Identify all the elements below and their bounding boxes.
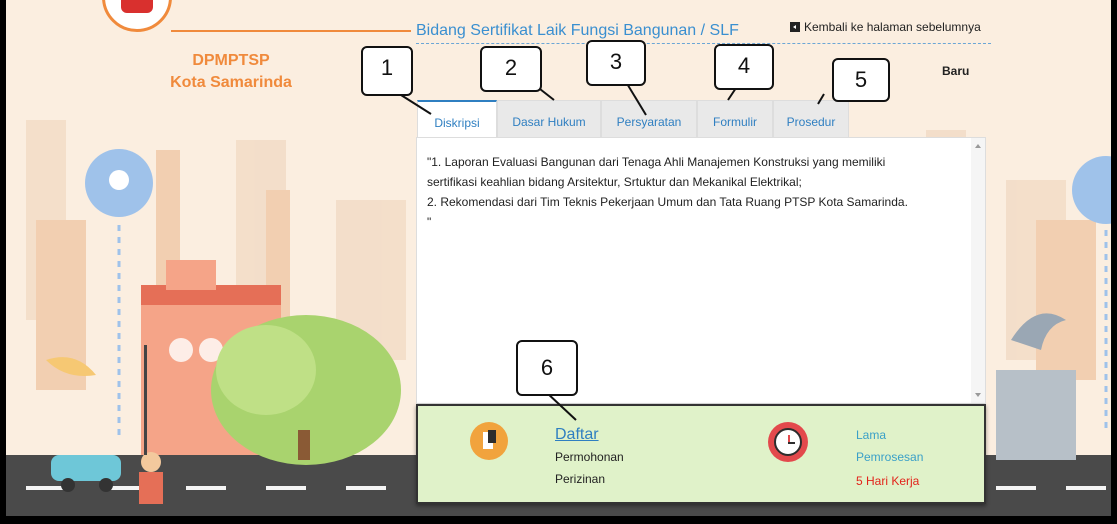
callout-5: 5: [832, 58, 890, 102]
tab-diskripsi[interactable]: Diskripsi: [417, 100, 497, 137]
header-divider: [416, 43, 991, 44]
processing-time-label: Lama: [856, 428, 887, 442]
action-panel: Daftar Permohonan Perizinan Lama Pemrose…: [416, 404, 986, 504]
document-page-icon: [488, 430, 496, 443]
daftar-subtitle: Perizinan: [555, 472, 606, 486]
daftar-link[interactable]: Daftar: [555, 426, 599, 444]
description-line: sertifikasi keahlian bidang Arsitektur, …: [427, 175, 802, 189]
organization-name: DPMPTSP Kota Samarinda: [166, 50, 296, 94]
callout-6: 6: [516, 340, 578, 396]
callout-number: 3: [609, 49, 623, 74]
clock-hand: [788, 442, 795, 444]
description-line: "1. Laporan Evaluasi Bangunan dari Tenag…: [427, 155, 886, 169]
back-link-label: Kembali ke halaman sebelumnya: [804, 20, 981, 34]
clock-icon: [768, 422, 808, 462]
tab-label: Formulir: [713, 115, 757, 129]
tab-persyaratan[interactable]: Persyaratan: [601, 100, 697, 137]
scrollbar[interactable]: [971, 138, 985, 403]
logo-divider: [171, 30, 411, 32]
tab-label: Dasar Hukum: [512, 115, 586, 129]
back-arrow-icon: [790, 22, 800, 32]
description-line: 2. Rekomendasi dari Tim Teknis Pekerjaan…: [427, 195, 908, 209]
back-link[interactable]: Kembali ke halaman sebelumnya: [790, 20, 981, 34]
app-frame: DPMPTSP Kota Samarinda Bidang Sertifikat…: [6, 0, 1111, 516]
processing-time-label: Pemrosesan: [856, 450, 924, 464]
scroll-up-icon[interactable]: [975, 144, 981, 148]
document-icon: [470, 422, 508, 460]
tab-prosedur[interactable]: Prosedur: [773, 100, 849, 137]
tab-content-panel[interactable]: "1. Laporan Evaluasi Bangunan dari Tenag…: [416, 137, 986, 404]
callout-4: 4: [714, 44, 774, 90]
callout-2: 2: [480, 46, 542, 92]
tab-label: Diskripsi: [434, 116, 480, 130]
clock-face: [774, 428, 802, 456]
callout-number: 4: [737, 53, 751, 78]
callout-1: 1: [361, 46, 413, 96]
tab-formulir[interactable]: Formulir: [697, 100, 773, 137]
tab-dasar-hukum[interactable]: Dasar Hukum: [497, 100, 601, 137]
callout-number: 1: [380, 55, 394, 80]
tab-label: Persyaratan: [616, 115, 682, 129]
org-name-line2: Kota Samarinda: [170, 74, 292, 91]
description-text: "1. Laporan Evaluasi Bangunan dari Tenag…: [427, 152, 947, 232]
scroll-down-icon[interactable]: [975, 393, 981, 397]
callout-number: 5: [854, 67, 868, 92]
processing-duration: 5 Hari Kerja: [856, 474, 920, 488]
status-label: Baru: [942, 64, 970, 78]
daftar-subtitle: Permohonan: [555, 450, 624, 464]
tab-label: Prosedur: [786, 115, 836, 129]
callout-number: 2: [504, 55, 518, 80]
callout-3: 3: [586, 40, 646, 86]
callout-number: 6: [540, 355, 554, 380]
page-title: Bidang Sertifikat Laik Fungsi Bangunan /…: [416, 22, 739, 39]
description-line: ": [427, 215, 432, 229]
org-name-line1: DPMPTSP: [192, 52, 270, 69]
book-icon: [121, 0, 153, 13]
